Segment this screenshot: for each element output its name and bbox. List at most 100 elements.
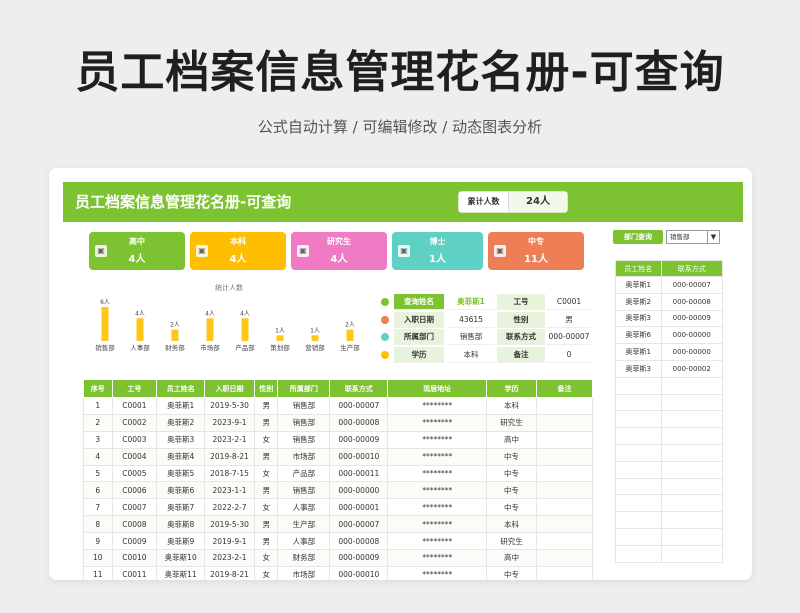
table-cell[interactable]: C0004: [111, 447, 158, 466]
table-cell[interactable]: 高中: [486, 430, 537, 449]
table-cell[interactable]: [535, 430, 594, 449]
table-cell[interactable]: 研究生: [486, 413, 537, 432]
table-cell[interactable]: 000-00007: [329, 397, 389, 415]
table-cell[interactable]: ********: [387, 397, 488, 415]
table-cell[interactable]: ********: [387, 549, 488, 567]
table-cell[interactable]: 000-00000: [329, 481, 389, 500]
column-header[interactable]: 联系方式: [329, 379, 389, 398]
table-cell[interactable]: 10: [83, 549, 113, 567]
table-row[interactable]: 11 C0011 奥菲斯11 2019-8-21 女市场部 000-00010 ******…: [83, 565, 594, 580]
table-cell[interactable]: 奥菲斯10: [156, 549, 206, 567]
education-tile[interactable]: ▣ 中专 11人: [488, 232, 584, 270]
table-cell[interactable]: 市场部: [277, 447, 331, 466]
table-cell[interactable]: 生产部: [277, 515, 331, 534]
education-tile[interactable]: ▣ 本科 4人: [190, 232, 286, 270]
table-cell[interactable]: 中专: [486, 464, 537, 483]
table-cell[interactable]: 9: [83, 532, 113, 551]
table-cell[interactable]: 销售部: [277, 481, 331, 500]
table-row[interactable]: 8 C0008 奥菲斯8 2019-5-30 男生产部 000-00007 ********…: [83, 515, 594, 534]
chevron-down-icon[interactable]: ▼: [707, 231, 719, 243]
dept-result-row[interactable]: 奥菲斯3 000-00009: [615, 309, 724, 328]
table-cell[interactable]: 奥菲斯11: [156, 565, 206, 580]
table-cell[interactable]: 本科: [486, 515, 537, 534]
table-cell[interactable]: 中专: [486, 447, 537, 466]
column-header[interactable]: 工号: [111, 379, 158, 398]
table-cell[interactable]: 6: [83, 481, 113, 500]
column-header[interactable]: 员工姓名: [156, 379, 206, 398]
table-cell[interactable]: 000-00010: [329, 447, 389, 466]
table-cell[interactable]: [535, 464, 594, 483]
dept-result-row[interactable]: 奥菲斯1 000-00000: [615, 343, 724, 361]
table-cell[interactable]: 奥菲斯6: [156, 481, 206, 500]
table-cell[interactable]: 2018-7-15: [204, 464, 255, 483]
table-cell[interactable]: 女: [253, 565, 279, 580]
table-row[interactable]: 5 C0005 奥菲斯5 2018-7-15 女产品部 000-00011 ********…: [83, 464, 594, 483]
table-cell[interactable]: 奥菲斯1: [156, 397, 206, 415]
table-row[interactable]: 7 C0007 奥菲斯7 2022-2-7 女人事部 000-00001 ******** 中…: [83, 498, 594, 517]
table-cell[interactable]: 奥菲斯9: [156, 532, 206, 551]
table-cell[interactable]: 奥菲斯4: [156, 447, 206, 466]
table-cell[interactable]: C0010: [111, 549, 158, 567]
table-cell[interactable]: 1: [83, 397, 113, 415]
table-cell[interactable]: [535, 481, 594, 500]
table-cell[interactable]: 男: [253, 532, 279, 551]
table-cell[interactable]: ********: [387, 565, 488, 580]
dept-result-row[interactable]: 奥菲斯1 000-00007: [615, 276, 724, 294]
dept-result-row[interactable]: 奥菲斯6 000-00000: [615, 326, 724, 345]
column-header[interactable]: 序号: [83, 379, 113, 398]
table-row[interactable]: 4 C0004 奥菲斯4 2019-8-21 男市场部 000-00010 ********…: [83, 447, 594, 466]
table-cell[interactable]: [535, 515, 594, 534]
table-cell[interactable]: C0009: [111, 532, 158, 551]
table-cell[interactable]: 市场部: [277, 565, 331, 580]
column-header[interactable]: 性别: [253, 379, 279, 398]
table-row[interactable]: 6 C0006 奥菲斯6 2023-1-1 男销售部 000-00000 ******** 中…: [83, 481, 594, 500]
table-cell[interactable]: 研究生: [486, 532, 537, 551]
table-cell[interactable]: 男: [253, 515, 279, 534]
table-cell[interactable]: 2022-2-7: [204, 498, 255, 517]
table-cell[interactable]: 000-00007: [329, 515, 389, 534]
table-cell[interactable]: 2019-5-30: [204, 397, 255, 415]
table-cell[interactable]: 销售部: [277, 397, 331, 415]
table-cell[interactable]: 奥菲斯2: [156, 413, 206, 432]
table-cell[interactable]: C0007: [111, 498, 158, 517]
table-cell[interactable]: ********: [387, 481, 488, 500]
table-cell[interactable]: 产品部: [277, 464, 331, 483]
table-cell[interactable]: 女: [253, 549, 279, 567]
table-cell[interactable]: 奥菲斯3: [156, 430, 206, 449]
education-tile[interactable]: ▣ 高中 4人: [89, 232, 185, 270]
table-cell[interactable]: C0006: [111, 481, 158, 500]
column-header[interactable]: 备注: [535, 379, 594, 398]
table-cell[interactable]: 男: [253, 397, 279, 415]
table-cell[interactable]: 女: [253, 464, 279, 483]
table-cell[interactable]: C0008: [111, 515, 158, 534]
table-cell[interactable]: 000-00011: [329, 464, 389, 483]
table-cell[interactable]: 000-00008: [329, 532, 389, 551]
query-name-input[interactable]: 奥菲斯1: [447, 294, 495, 310]
table-cell[interactable]: [535, 549, 594, 567]
table-cell[interactable]: 4: [83, 447, 113, 466]
table-cell[interactable]: 000-00001: [329, 498, 389, 517]
dept-result-row[interactable]: 奥菲斯3 000-00002: [615, 359, 724, 378]
table-cell[interactable]: [535, 447, 594, 466]
table-cell[interactable]: 2019-8-21: [204, 565, 255, 580]
table-cell[interactable]: C0003: [111, 430, 158, 449]
table-cell[interactable]: [535, 397, 594, 415]
table-cell[interactable]: ********: [387, 498, 488, 517]
table-cell[interactable]: 奥菲斯5: [156, 464, 206, 483]
table-cell[interactable]: 2023-1-1: [204, 481, 255, 500]
table-cell[interactable]: 中专: [486, 481, 537, 500]
table-cell[interactable]: C0002: [111, 413, 158, 432]
table-cell[interactable]: 销售部: [277, 430, 331, 449]
table-cell[interactable]: 2019-8-21: [204, 447, 255, 466]
column-header[interactable]: 现居地址: [387, 379, 488, 398]
table-cell[interactable]: 7: [83, 498, 113, 517]
table-cell[interactable]: 2023-2-1: [204, 430, 255, 449]
table-cell[interactable]: 000-00009: [329, 549, 389, 567]
table-cell[interactable]: 高中: [486, 549, 537, 567]
table-cell[interactable]: 奥菲斯8: [156, 515, 206, 534]
table-cell[interactable]: 奥菲斯7: [156, 498, 206, 517]
table-cell[interactable]: 男: [253, 447, 279, 466]
table-cell[interactable]: 2023-2-1: [204, 549, 255, 567]
table-cell[interactable]: 000-00010: [329, 565, 389, 580]
table-cell[interactable]: 中专: [486, 498, 537, 517]
